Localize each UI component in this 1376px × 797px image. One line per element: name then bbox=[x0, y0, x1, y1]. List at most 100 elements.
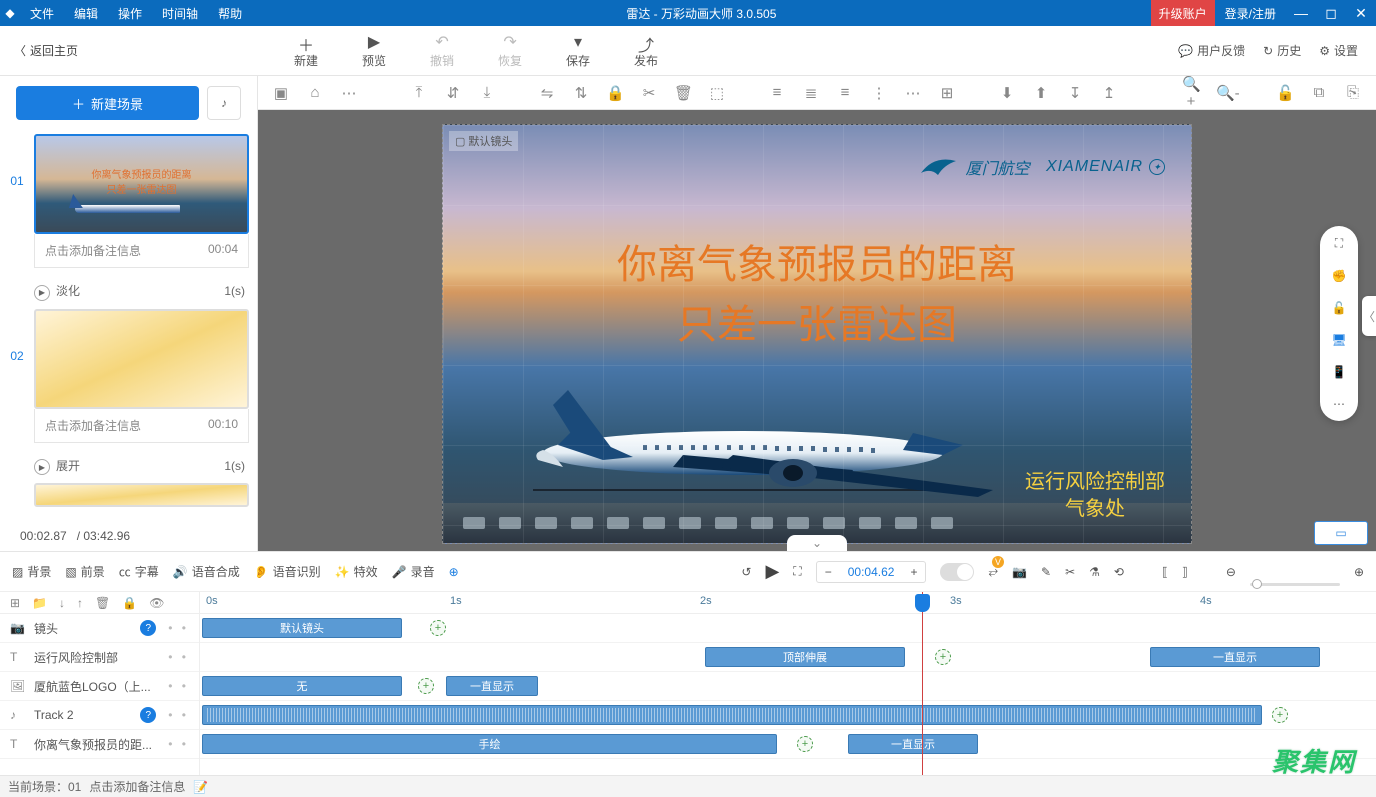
focus-icon[interactable]: ⬚ bbox=[708, 84, 726, 102]
scene-note[interactable]: 点击添加备注信息 bbox=[45, 242, 141, 259]
login-register-button[interactable]: 登录/注册 bbox=[1215, 5, 1286, 22]
camera-clip[interactable]: 默认镜头 bbox=[202, 618, 402, 638]
snap-toggle[interactable] bbox=[940, 563, 974, 581]
zoom-timeline-out-icon[interactable]: ⊖ bbox=[1226, 565, 1236, 579]
scene-item[interactable]: 01 你离气象预报员的距离只差一张雷达图 点击添加备注信息00:04 bbox=[8, 134, 249, 268]
play-small-icon[interactable]: ▶ bbox=[34, 459, 50, 475]
transition-name[interactable]: 淡化 bbox=[56, 284, 80, 298]
right-panel-toggle[interactable]: 〈 bbox=[1362, 296, 1376, 336]
move-up-icon[interactable]: ↑ bbox=[77, 596, 83, 610]
publish-button[interactable]: ⤴发布 bbox=[612, 32, 680, 69]
record-tab[interactable]: 🎤录音 bbox=[392, 563, 435, 580]
rewind-icon[interactable]: ↺ bbox=[741, 565, 751, 579]
scene-thumbnail[interactable] bbox=[34, 309, 249, 409]
split-icon[interactable]: ✂ bbox=[1065, 565, 1075, 579]
time-plus[interactable]: + bbox=[902, 562, 925, 582]
marker-in-icon[interactable]: ⟦ bbox=[1162, 565, 1168, 579]
home-icon[interactable]: ⌂ bbox=[306, 84, 324, 101]
align-right-icon[interactable]: ≡ bbox=[836, 84, 854, 101]
logo-clip[interactable]: 无 bbox=[202, 676, 402, 696]
flip-v-icon[interactable]: ⇅ bbox=[572, 84, 590, 102]
link-icon[interactable]: ⟲ bbox=[1114, 565, 1124, 579]
add-keyframe-icon[interactable]: + bbox=[935, 649, 951, 665]
move-down-icon[interactable]: ↓ bbox=[59, 596, 65, 610]
align-center-icon[interactable]: ≣ bbox=[802, 84, 820, 102]
marker-out-icon[interactable]: ⟧ bbox=[1182, 565, 1188, 579]
camera-snap-icon[interactable]: 📷 bbox=[1012, 565, 1027, 579]
menu-operate[interactable]: 操作 bbox=[108, 5, 152, 22]
align-left-icon[interactable]: ≡ bbox=[768, 84, 786, 101]
keyframe-in-icon[interactable]: ⥂ bbox=[988, 564, 998, 579]
spacing-icon[interactable]: ⊞ bbox=[938, 84, 956, 102]
folder-icon[interactable]: 📁 bbox=[32, 596, 47, 610]
add-keyframe-icon[interactable]: + bbox=[418, 678, 434, 694]
time-minus[interactable]: − bbox=[817, 562, 840, 582]
help-icon[interactable]: ? bbox=[140, 620, 156, 636]
scene-note[interactable]: 点击添加备注信息 bbox=[45, 417, 141, 434]
new-button[interactable]: ＋新建 bbox=[272, 32, 340, 69]
distribute-h-icon[interactable]: ⋮ bbox=[870, 84, 888, 102]
delete-icon[interactable]: 🗑 bbox=[674, 84, 692, 102]
department-text[interactable]: 运行风险控制部 气象处 bbox=[1025, 469, 1165, 523]
menu-edit[interactable]: 编辑 bbox=[64, 5, 108, 22]
current-time-value[interactable]: 00:04.62 bbox=[840, 562, 903, 582]
desktop-view-icon[interactable]: 🖥 bbox=[1331, 333, 1346, 347]
upgrade-account-button[interactable]: 升级账户 bbox=[1151, 0, 1215, 26]
track-audio[interactable]: ♪Track 2?• • bbox=[0, 701, 199, 730]
hand-icon[interactable]: ✊ bbox=[1332, 269, 1347, 283]
audio-clip[interactable] bbox=[202, 705, 1262, 725]
undo-button[interactable]: ↶撤销 bbox=[408, 32, 476, 69]
effects-tab[interactable]: ✨特效 bbox=[335, 563, 378, 580]
logo-clip[interactable]: 一直显示 bbox=[446, 676, 538, 696]
edit-clip-icon[interactable]: ✎ bbox=[1041, 565, 1051, 579]
scene-thumbnail[interactable]: 你离气象预报员的距离只差一张雷达图 bbox=[34, 134, 249, 234]
redo-button[interactable]: ↷恢复 bbox=[476, 32, 544, 69]
new-scene-button[interactable]: ＋新建场景 bbox=[16, 86, 199, 120]
track-camera[interactable]: 📷镜头?• • bbox=[0, 614, 199, 643]
camera-label[interactable]: ▢默认镜头 bbox=[449, 131, 518, 151]
more-tools-icon[interactable]: ⋯ bbox=[1333, 397, 1345, 411]
track-logo[interactable]: 🖼厦航蓝色LOGO（上...• • bbox=[0, 672, 199, 701]
lock-track-icon[interactable]: 🔒 bbox=[122, 596, 137, 610]
add-keyframe-icon[interactable]: + bbox=[430, 620, 446, 636]
layer-down-icon[interactable]: ↧ bbox=[1066, 84, 1084, 102]
track-text2[interactable]: T你离气象预报员的距...• • bbox=[0, 730, 199, 759]
canvas-stage[interactable]: ▢默认镜头 厦门航空 XIAMENAIR ✦ 你离气象预报员的距离 只差一张雷达… bbox=[442, 124, 1192, 544]
fullscreen-icon[interactable]: ⛶ bbox=[793, 564, 801, 579]
menu-help[interactable]: 帮助 bbox=[208, 5, 252, 22]
timeline-ruler[interactable]: 0s 1s 2s 3s 4s bbox=[200, 592, 1376, 614]
preview-button[interactable]: ▶预览 bbox=[340, 32, 408, 69]
minimize-icon[interactable]: — bbox=[1286, 5, 1316, 21]
visibility-icon[interactable]: 👁 bbox=[149, 596, 164, 610]
bring-front-icon[interactable]: ⬆ bbox=[1032, 84, 1050, 102]
play-small-icon[interactable]: ▶ bbox=[34, 285, 50, 301]
crop-icon[interactable]: ✂ bbox=[640, 84, 658, 102]
collapse-canvas-icon[interactable]: ⌄ bbox=[787, 535, 847, 551]
close-icon[interactable]: ✕ bbox=[1346, 5, 1376, 22]
unlock-icon[interactable]: 🔓 bbox=[1276, 84, 1294, 102]
music-button[interactable]: ♪ bbox=[207, 86, 241, 120]
lock-icon[interactable]: 🔒 bbox=[606, 84, 624, 102]
playhead[interactable] bbox=[922, 592, 923, 775]
viewport-indicator[interactable]: ▭ bbox=[1314, 521, 1368, 545]
filter-icon[interactable]: ⚗ bbox=[1089, 565, 1100, 579]
more-icon[interactable]: ⊕ bbox=[449, 565, 459, 579]
flip-h-icon[interactable]: ⇋ bbox=[538, 84, 556, 102]
align-tool-icon[interactable]: ▣ bbox=[272, 84, 290, 102]
mobile-view-icon[interactable]: 📱 bbox=[1332, 365, 1347, 379]
foreground-tab[interactable]: ▧前景 bbox=[65, 563, 104, 580]
copy-icon[interactable]: ⧉ bbox=[1310, 84, 1328, 101]
track-text1[interactable]: T运行风险控制部• • bbox=[0, 643, 199, 672]
scene-item[interactable]: 02 点击添加备注信息00:10 bbox=[8, 309, 249, 443]
menu-file[interactable]: 文件 bbox=[20, 5, 64, 22]
settings-button[interactable]: ⚙设置 bbox=[1319, 42, 1358, 59]
maximize-icon[interactable]: ◻ bbox=[1316, 5, 1346, 22]
zoom-in-icon[interactable]: 🔍+ bbox=[1182, 76, 1200, 110]
text-clip[interactable]: 一直显示 bbox=[1150, 647, 1320, 667]
menu-timeline[interactable]: 时间轴 bbox=[152, 5, 208, 22]
distribute-v-icon[interactable]: ⋯ bbox=[904, 84, 922, 102]
transition-name[interactable]: 展开 bbox=[56, 459, 80, 473]
add-keyframe-icon[interactable]: + bbox=[1272, 707, 1288, 723]
ellipsis-icon[interactable]: ⋯ bbox=[340, 84, 358, 102]
align-bottom-icon[interactable]: ⤓ bbox=[478, 84, 496, 101]
